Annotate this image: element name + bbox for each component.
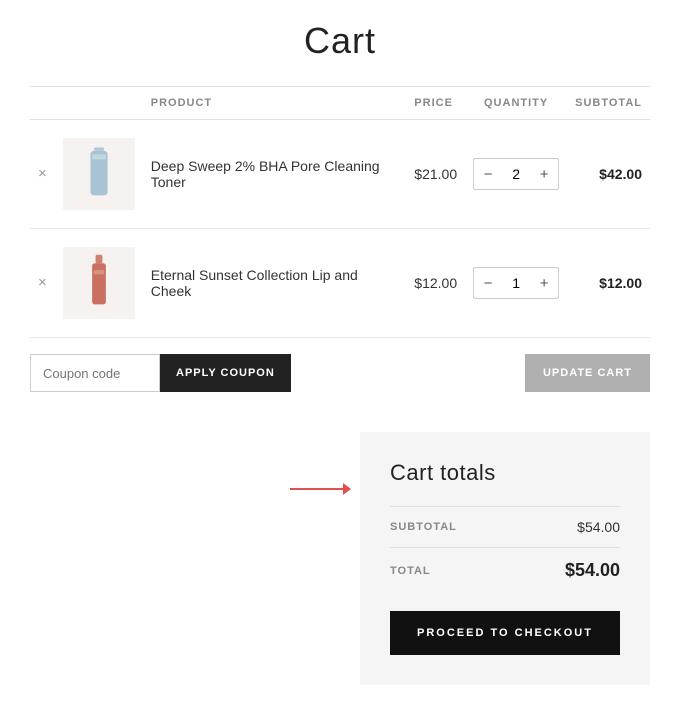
subtotal-label: SUBTOTAL bbox=[390, 521, 457, 533]
product-price-cell: $21.00 bbox=[406, 120, 465, 229]
product-name-cell: Eternal Sunset Collection Lip and Cheek bbox=[143, 229, 407, 338]
col-header-price: PRICE bbox=[406, 87, 465, 120]
subtotal-row: SUBTOTAL $54.00 bbox=[390, 506, 620, 547]
quantity-control: − + bbox=[473, 158, 559, 190]
remove-cell: × bbox=[30, 120, 55, 229]
coupon-area: APPLY COUPON bbox=[30, 354, 291, 392]
total-label: TOTAL bbox=[390, 565, 431, 577]
total-value: $54.00 bbox=[565, 560, 620, 581]
col-header-product: PRODUCT bbox=[143, 87, 407, 120]
quantity-control: − + bbox=[473, 267, 559, 299]
arrow-line bbox=[290, 488, 350, 490]
col-header-quantity: QUANTITY bbox=[465, 87, 567, 120]
total-row: TOTAL $54.00 bbox=[390, 547, 620, 593]
arrow-indicator bbox=[290, 488, 350, 490]
cart-actions: APPLY COUPON UPDATE CART bbox=[30, 354, 650, 392]
product-thumbnail bbox=[63, 247, 135, 319]
update-cart-button[interactable]: UPDATE CART bbox=[525, 354, 650, 392]
cart-row-1: × Deep Sweep 2% BHA Pore Cleaning Toner … bbox=[30, 120, 650, 229]
remove-cell: × bbox=[30, 229, 55, 338]
product-name-cell: Deep Sweep 2% BHA Pore Cleaning Toner bbox=[143, 120, 407, 229]
product-image-cell bbox=[55, 120, 143, 229]
product-quantity-cell: − + bbox=[465, 120, 567, 229]
col-header-subtotal: SUBTOTAL bbox=[567, 87, 650, 120]
quantity-increase-button[interactable]: + bbox=[530, 268, 558, 298]
cart-table: PRODUCT PRICE QUANTITY SUBTOTAL × Deep S… bbox=[30, 86, 650, 338]
totals-wrapper: Cart totals SUBTOTAL $54.00 TOTAL $54.00… bbox=[30, 432, 650, 685]
product-image-cell bbox=[55, 229, 143, 338]
checkout-button[interactable]: PROCEED TO CHECKOUT bbox=[390, 611, 620, 655]
product-quantity-cell: − + bbox=[465, 229, 567, 338]
product-subtotal-cell: $42.00 bbox=[567, 120, 650, 229]
quantity-input[interactable] bbox=[502, 275, 530, 291]
product-subtotal-cell: $12.00 bbox=[567, 229, 650, 338]
product-price-cell: $12.00 bbox=[406, 229, 465, 338]
remove-item-button[interactable]: × bbox=[38, 275, 47, 290]
cart-totals-box: Cart totals SUBTOTAL $54.00 TOTAL $54.00… bbox=[360, 432, 650, 685]
quantity-input[interactable] bbox=[502, 166, 530, 182]
subtotal-value: $54.00 bbox=[577, 519, 620, 535]
quantity-decrease-button[interactable]: − bbox=[474, 159, 502, 189]
remove-item-button[interactable]: × bbox=[38, 166, 47, 181]
product-thumbnail bbox=[63, 138, 135, 210]
page-title: Cart bbox=[30, 20, 650, 62]
apply-coupon-button[interactable]: APPLY COUPON bbox=[160, 354, 291, 392]
coupon-input[interactable] bbox=[30, 354, 160, 392]
cart-totals-title: Cart totals bbox=[390, 460, 620, 486]
quantity-increase-button[interactable]: + bbox=[530, 159, 558, 189]
cart-row-2: × Eternal Sunset Collection Lip and Chee… bbox=[30, 229, 650, 338]
quantity-decrease-button[interactable]: − bbox=[474, 268, 502, 298]
